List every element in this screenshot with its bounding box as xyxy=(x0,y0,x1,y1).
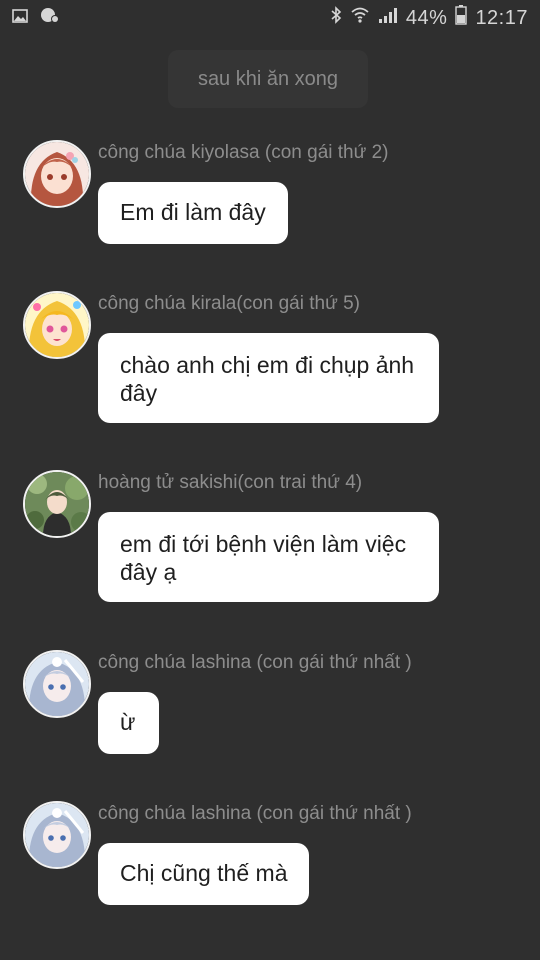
message-text: Chị cũng thế mà xyxy=(120,860,288,886)
message-text: ừ xyxy=(120,709,136,735)
avatar-kiyolasa[interactable] xyxy=(23,140,91,208)
avatar-kirala[interactable] xyxy=(23,291,91,359)
avatar-sakishi[interactable] xyxy=(23,470,91,538)
message-text: em đi tới bệnh viện làm việc đây ạ xyxy=(120,531,407,585)
clock: 12:17 xyxy=(475,6,528,29)
battery-icon xyxy=(455,5,468,31)
avatar-lashina[interactable] xyxy=(23,650,91,718)
status-bar: 44% 12:17 xyxy=(0,0,540,36)
message-bubble[interactable]: Chị cũng thế mà xyxy=(98,843,310,905)
sender-name: hoàng tử sakishi(con trai thứ 4) xyxy=(98,472,363,493)
sender-name: công chúa kirala(con gái thứ 5) xyxy=(98,293,360,314)
sender-name: công chúa kiyolasa (con gái thứ 2) xyxy=(98,142,389,163)
gallery-icon xyxy=(12,7,28,29)
message-bubble[interactable]: em đi tới bệnh viện làm việc đây ạ xyxy=(98,512,439,602)
message-bubble[interactable]: Em đi làm đây xyxy=(98,182,288,244)
system-message-text: sau khi ăn xong xyxy=(197,67,339,90)
message-text: chào anh chị em đi chụp ảnh đây xyxy=(120,352,415,406)
sender-name: công chúa lashina (con gái thứ nhất ) xyxy=(98,803,412,824)
sync-icon xyxy=(40,6,60,30)
battery-percent: 44% xyxy=(405,6,448,29)
message-text: Em đi làm đây xyxy=(120,199,266,225)
message-bubble[interactable]: chào anh chị em đi chụp ảnh đây xyxy=(98,333,439,423)
sender-name: công chúa lashina (con gái thứ nhất ) xyxy=(98,652,412,673)
wifi-icon xyxy=(350,6,370,30)
signal-icon xyxy=(378,6,398,30)
system-message: sau khi ăn xong xyxy=(168,50,368,108)
bluetooth-icon xyxy=(330,6,342,30)
avatar-lashina[interactable] xyxy=(23,801,91,869)
message-bubble[interactable]: ừ xyxy=(98,692,159,754)
